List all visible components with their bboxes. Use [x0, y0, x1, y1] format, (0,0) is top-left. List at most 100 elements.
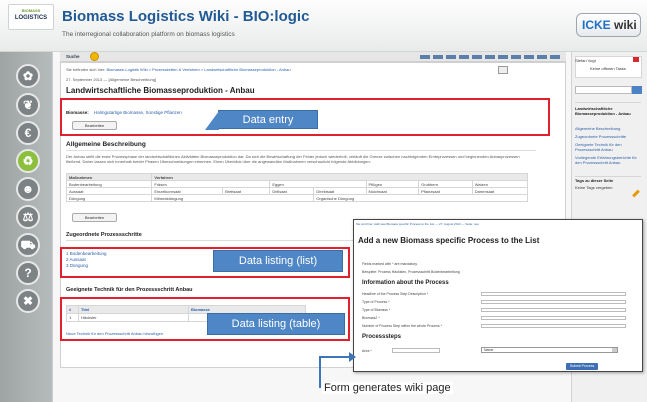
- table-cell: Dammsaat: [471, 187, 529, 195]
- callout-data-table: Data listing (table): [207, 313, 345, 335]
- form-field-label: Biomass2 *: [362, 316, 380, 320]
- callout-data-list: Data listing (list): [213, 250, 343, 272]
- table-cell: Bodenbearbeitung: [65, 180, 153, 188]
- page-tools-button[interactable]: [498, 66, 508, 74]
- question-icon[interactable]: ?: [16, 261, 40, 285]
- headline-input[interactable]: [481, 292, 626, 296]
- table-header[interactable]: #: [66, 305, 79, 314]
- tools-icon[interactable]: ✖: [16, 289, 40, 313]
- submit-button[interactable]: Submit Process: [566, 363, 598, 370]
- form-title: Add a new Biomass specific Process to th…: [358, 236, 540, 245]
- euro-icon[interactable]: €: [16, 121, 40, 145]
- tags-text: Keine Tags vergeben: [575, 185, 613, 190]
- table-cell: Mulchsaat: [365, 187, 420, 195]
- table-row: Düngung Mineraldüngung Organische Düngun…: [65, 194, 528, 202]
- form-field-label: Number of Process Step within the whole …: [362, 324, 442, 328]
- process-step-list: 1 Bodenbearbeitung 2 Aussaat 3 Düngung: [66, 251, 107, 269]
- toc-item[interactable]: Zugeordnete Prozessschritte: [575, 134, 637, 139]
- section-heading-description: Allgemeine Beschreibung: [66, 141, 146, 148]
- biomass-type-input[interactable]: [481, 308, 626, 312]
- toc-item[interactable]: Allgemeine Beschreibung: [575, 126, 637, 131]
- table-cell: Walzen: [471, 180, 529, 188]
- form-caption: Form generates wiki page: [322, 382, 453, 394]
- table-cell: Düngung: [65, 194, 153, 202]
- arrow-head-icon: [349, 352, 356, 362]
- biomass-input[interactable]: [481, 316, 626, 320]
- form-breadcrumb: Sie sind hier: Add new Biomass specific …: [356, 222, 479, 226]
- user-name[interactable]: Stefan Vogt: [575, 58, 596, 63]
- tags-heading: Tags zu dieser Seite: [575, 178, 614, 183]
- table-cell: Mineraldüngung: [151, 194, 315, 202]
- help-icon[interactable]: [90, 52, 99, 61]
- toc-title: Landwirtschaftliche Biomasseproduktion -…: [575, 106, 631, 116]
- table-header: Maßnahmen: [65, 173, 153, 181]
- arrow-line: [319, 358, 321, 388]
- area-input[interactable]: [392, 348, 440, 353]
- logo-main-text: LOGISTICS: [14, 15, 48, 21]
- form-field-label: Type of Biomass *: [362, 308, 391, 312]
- tractor-icon[interactable]: ⛟: [16, 233, 40, 257]
- step-number-input[interactable]: [481, 324, 626, 328]
- table-header: Verfahren: [151, 173, 528, 181]
- table-row: Bodenbearbeitung Fräsen Eggen Pflügen Gr…: [65, 180, 529, 188]
- site-title: Biomass Logistics Wiki - BIO:logic: [62, 8, 310, 25]
- process-steps-table: Maßnahmen Verfahren Bodenbearbeitung Frä…: [65, 173, 529, 202]
- table-cell: Drillsaat: [269, 187, 315, 195]
- form-field-label: Headline of the Process Step Description…: [362, 292, 429, 296]
- page-title: Landwirtschaftliche Biomasseproduktion -…: [66, 86, 255, 95]
- table-cell: Breitsaat: [222, 187, 271, 195]
- table-cell: Fräsen: [151, 180, 271, 188]
- brand-left: ICKE: [582, 18, 611, 32]
- leaf-icon[interactable]: ❦: [16, 93, 40, 117]
- search-icon[interactable]: [632, 86, 642, 94]
- people-icon[interactable]: ☻: [16, 177, 40, 201]
- table-header[interactable]: Titel: [78, 305, 189, 314]
- biomasse-values[interactable]: Halmgutartige Biomasse, Sonstige Pflanze…: [94, 110, 182, 115]
- breadcrumb-prefix: Sie befinden sich hier:: [66, 67, 107, 72]
- list-item[interactable]: 3 Düngung: [66, 263, 107, 269]
- add-technique-link[interactable]: Neue Technik für den Prozessschritt Anba…: [66, 331, 163, 336]
- flag-icon[interactable]: [633, 57, 639, 62]
- process-type-input[interactable]: [481, 300, 626, 304]
- table-cell: Aussaat: [65, 187, 153, 195]
- step-select[interactable]: Name: [481, 347, 618, 353]
- table-cell: Pflügen: [365, 180, 420, 188]
- area-label: Area *: [362, 349, 372, 353]
- user-tasks: Keine offenen Tasks: [590, 66, 626, 71]
- toc-item[interactable]: Vorliegende Erfahrungsberichte für den P…: [575, 155, 637, 165]
- toolbar-links[interactable]: [420, 55, 560, 59]
- breadcrumb-links[interactable]: Biomasse-Logistik Wiki > Prozessketten &…: [106, 67, 290, 72]
- scales-icon[interactable]: ⚖: [16, 205, 40, 229]
- table-cell: Organische Düngung: [313, 194, 528, 202]
- divider: [575, 102, 641, 103]
- table-cell: Einzelkornsaat: [151, 187, 224, 195]
- form-field-label: Type of Process *: [362, 300, 390, 304]
- divider: [66, 150, 536, 151]
- table-row: Aussaat Einzelkornsaat Breitsaat Drillsa…: [65, 187, 529, 195]
- table-cell: 1: [66, 313, 79, 322]
- section-heading-steps: Zugeordnete Prozessschritte: [66, 232, 142, 238]
- section-heading-technique: Geeignete Technik für den Prozessschritt…: [66, 287, 193, 293]
- divider: [66, 240, 356, 241]
- form-note: Beispiele: Prozess Häckslen, Prozessschr…: [362, 270, 460, 274]
- toc-item[interactable]: Geeignete Technik für den Prozessschritt…: [575, 142, 637, 152]
- search-label[interactable]: Suche: [66, 54, 80, 59]
- leaf-icon[interactable]: ✿: [16, 64, 40, 88]
- table-cell: Pflanzsaat: [418, 187, 473, 195]
- callout-data-entry: Data entry: [205, 110, 318, 130]
- icke-wiki-logo[interactable]: ICKE wiki: [576, 13, 641, 37]
- site-subtitle: The interregional collaboration platform…: [62, 31, 235, 38]
- table-cell[interactable]: Häcksler: [78, 313, 189, 322]
- edit-button[interactable]: Bearbeiten: [72, 121, 117, 130]
- form-section-heading: Processsteps: [362, 334, 402, 340]
- chevron-down-icon[interactable]: [612, 348, 617, 352]
- divider: [575, 176, 641, 177]
- site-logo[interactable]: BIOMASS LOGISTICS: [8, 4, 54, 30]
- side-search-input[interactable]: [575, 86, 632, 94]
- recycle-icon[interactable]: ♻: [16, 149, 40, 173]
- logo-top-text: BIOMASS: [21, 8, 41, 13]
- edit-button[interactable]: Bearbeiten: [72, 213, 117, 222]
- breadcrumb: Sie befinden sich hier: Biomasse-Logisti…: [66, 67, 336, 72]
- table-cell: Grubbern: [418, 180, 473, 188]
- form-section-heading: Information about the Process: [362, 280, 449, 286]
